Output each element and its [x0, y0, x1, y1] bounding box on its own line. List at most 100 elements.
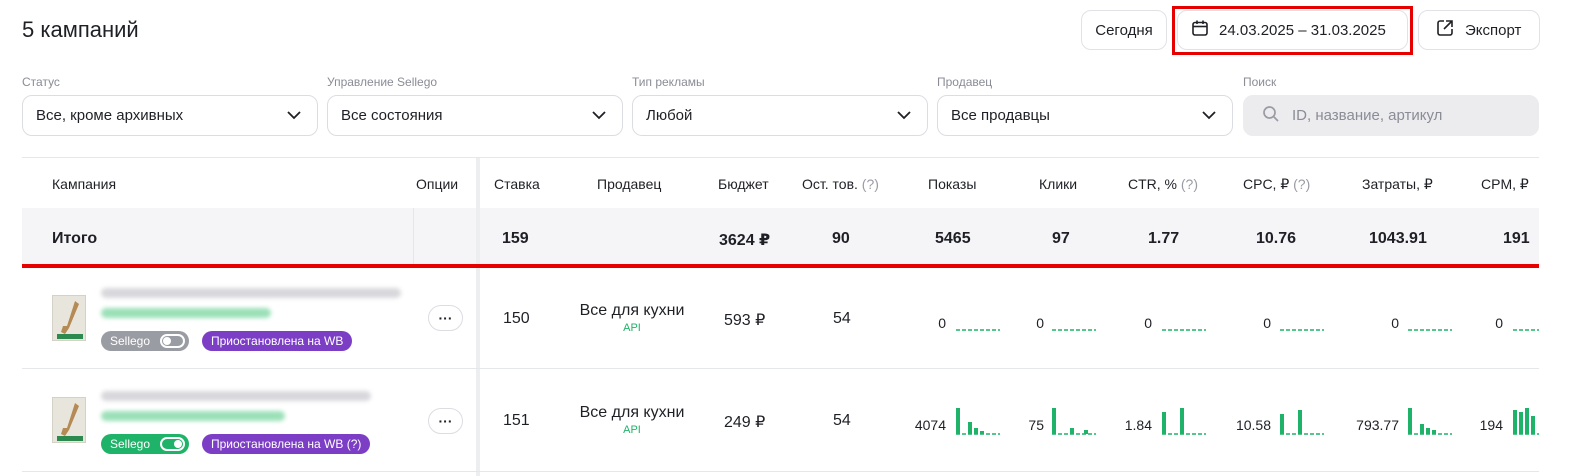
filter-sellego-label: Управление Sellego	[327, 75, 438, 89]
row-seller-api: API	[623, 322, 641, 334]
filter-adtype-select[interactable]: Любой	[632, 95, 928, 136]
header-budget[interactable]: Бюджет	[718, 176, 769, 192]
row-spend: 793.77	[1356, 417, 1399, 433]
row-seller-name: Все для кухни	[579, 302, 685, 319]
chevron-down-icon	[1202, 107, 1216, 124]
row-cpc: 10.58	[1235, 417, 1271, 433]
row-clicks: 75	[1028, 417, 1044, 433]
row-cpc: 0	[1263, 315, 1271, 331]
product-thumbnail	[52, 397, 86, 443]
header-ctr[interactable]: CTR, % (?)	[1128, 176, 1198, 192]
totals-clicks: 97	[1052, 230, 1070, 247]
header-ctr-label: CTR, %	[1128, 176, 1177, 192]
header-seller[interactable]: Продавец	[597, 176, 661, 192]
sellego-toggle-label: Sellego	[110, 334, 151, 348]
totals-label: Итого	[52, 230, 98, 247]
stock-hint[interactable]: (?)	[862, 176, 879, 192]
header-cpc[interactable]: CPC, ₽ (?)	[1243, 176, 1310, 193]
chevron-down-icon	[287, 107, 301, 124]
filter-sellego-value: Все состояния	[341, 107, 443, 124]
status-badge: Приостановлена на WB	[202, 331, 353, 351]
row-seller-api: API	[623, 424, 641, 436]
totals-bid: 159	[502, 230, 529, 247]
filter-sellego-select[interactable]: Все состояния	[327, 95, 623, 136]
impressions-sparkline	[956, 329, 1000, 331]
ctr-hint[interactable]: (?)	[1181, 176, 1198, 192]
impressions-sparkline	[956, 408, 1000, 435]
more-icon: ···	[438, 413, 453, 429]
row-impressions: 0	[938, 315, 946, 331]
sellego-toggle[interactable]: Sellego	[101, 434, 189, 454]
header-spend[interactable]: Затраты, ₽	[1362, 176, 1433, 193]
annotation-underline	[22, 264, 1539, 268]
cpc-sparkline	[1280, 329, 1324, 331]
header-campaign[interactable]: Кампания	[52, 176, 116, 192]
cpm-sparkline	[1513, 408, 1539, 435]
row-budget: 593 ₽	[724, 312, 766, 329]
totals-row	[22, 208, 1539, 266]
toggle-switch[interactable]	[160, 334, 185, 348]
today-label: Сегодня	[1095, 21, 1153, 39]
more-icon: ···	[438, 310, 453, 326]
ctr-sparkline	[1162, 329, 1206, 331]
row-divider	[22, 368, 1539, 369]
date-range-button[interactable]: 24.03.2025 – 31.03.2025	[1177, 10, 1408, 50]
row-stock: 54	[833, 412, 851, 429]
export-icon	[1435, 18, 1455, 42]
options-column-divider	[413, 208, 414, 268]
header-options: Опции	[416, 176, 459, 192]
toggle-switch[interactable]	[160, 437, 185, 451]
search-icon	[1262, 105, 1280, 127]
header-cpm[interactable]: CPM, ₽	[1481, 176, 1529, 193]
totals-budget: 3624 ₽	[719, 232, 771, 249]
status-badge[interactable]: Приостановлена на WB (?)	[202, 434, 371, 454]
row-clicks: 0	[1036, 315, 1044, 331]
row-impressions: 4074	[914, 417, 946, 433]
more-options-button[interactable]: ···	[428, 305, 463, 331]
totals-cpc: 10.76	[1256, 230, 1297, 247]
more-options-button[interactable]: ···	[428, 408, 463, 434]
filter-adtype-label: Тип рекламы	[632, 75, 705, 89]
sellego-toggle-label: Sellego	[110, 437, 151, 451]
today-button[interactable]: Сегодня	[1081, 10, 1167, 50]
campaign-link-redacted[interactable]	[101, 308, 271, 318]
chevron-down-icon	[897, 107, 911, 124]
row-divider	[22, 471, 1539, 472]
frozen-column-divider	[476, 158, 480, 476]
row-spend: 0	[1391, 315, 1399, 331]
filter-status-select[interactable]: Все, кроме архивных	[22, 95, 318, 136]
calendar-icon	[1191, 19, 1209, 41]
totals-spend: 1043.91	[1369, 230, 1427, 247]
search-placeholder: ID, название, артикул	[1292, 107, 1443, 124]
row-ctr: 1.84	[1124, 417, 1152, 433]
header-impressions[interactable]: Показы	[928, 176, 976, 192]
row-seller: Все для кухни API	[557, 302, 707, 334]
row-cpm: 194	[1479, 417, 1503, 433]
cpc-hint[interactable]: (?)	[1293, 176, 1310, 192]
cpc-sparkline	[1280, 410, 1324, 435]
clicks-sparkline	[1052, 408, 1096, 435]
row-cpm: 0	[1495, 315, 1503, 331]
header-stock[interactable]: Ост. тов. (?)	[802, 176, 879, 192]
search-label: Поиск	[1243, 75, 1277, 89]
search-input[interactable]: ID, название, артикул	[1243, 95, 1539, 136]
product-thumbnail	[52, 295, 86, 341]
export-button[interactable]: Экспорт	[1418, 10, 1540, 50]
date-range-label: 24.03.2025 – 31.03.2025	[1219, 21, 1386, 39]
campaigns-table: Кампания Опции Ставка Продавец Бюджет Ос…	[22, 157, 1539, 476]
row-bid: 150	[503, 310, 530, 327]
sellego-toggle[interactable]: Sellego	[101, 331, 189, 351]
filter-status-label: Статус	[22, 75, 60, 89]
export-label: Экспорт	[1465, 21, 1522, 39]
filter-seller-label: Продавец	[937, 75, 993, 89]
header-bid[interactable]: Ставка	[494, 176, 540, 192]
totals-cpm: 191	[1503, 230, 1530, 247]
clicks-sparkline	[1052, 329, 1096, 331]
row-seller-name: Все для кухни	[579, 404, 685, 421]
campaign-link-redacted[interactable]	[101, 411, 285, 421]
spend-sparkline	[1408, 408, 1452, 435]
row-seller: Все для кухни API	[557, 404, 707, 436]
filter-seller-select[interactable]: Все продавцы	[937, 95, 1233, 136]
row-budget: 249 ₽	[724, 414, 766, 431]
header-clicks[interactable]: Клики	[1039, 176, 1077, 192]
